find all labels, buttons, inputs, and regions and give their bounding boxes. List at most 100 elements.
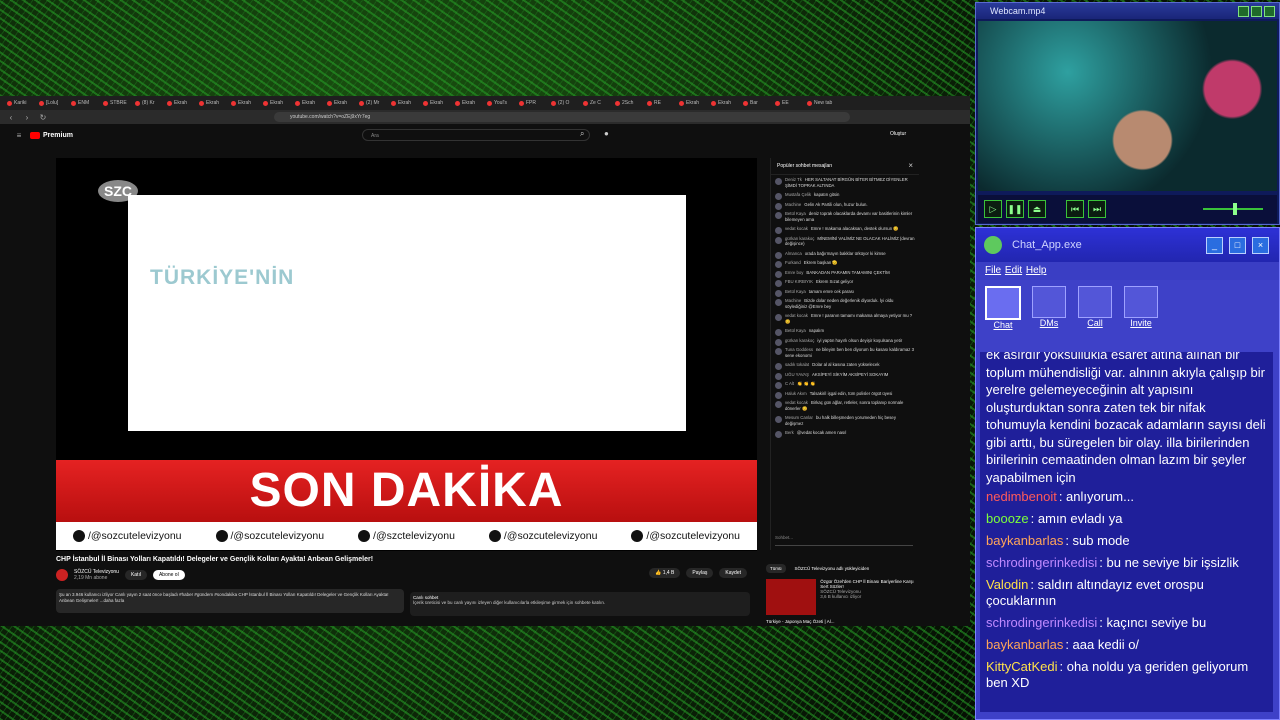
prev-icon[interactable]: ⏮ [1066, 200, 1084, 218]
chat-author[interactable]: vedat kocak [785, 226, 808, 231]
back-icon[interactable]: ‹ [6, 113, 16, 122]
chat-author[interactable]: Deniz Tk [785, 177, 802, 182]
chat-author[interactable]: Emre boy [785, 270, 803, 275]
browser-tab[interactable]: [Lolu] [38, 99, 68, 108]
maximize-icon[interactable] [1251, 6, 1262, 17]
close-icon[interactable]: × [1252, 237, 1269, 254]
browser-tab[interactable]: Ekrah [230, 99, 260, 108]
related-video-item[interactable]: Özgür Özel'den CHP İl Binası Bariyerline… [766, 579, 916, 615]
browser-tab[interactable]: Ekrah [262, 99, 292, 108]
chat-tool-button[interactable]: Chat [984, 286, 1022, 334]
chat-author[interactable]: C Alt [785, 381, 794, 386]
browser-tab[interactable]: RE [646, 99, 676, 108]
browser-tab[interactable]: (2) Mr [358, 99, 388, 108]
chat-username[interactable]: KittyCatKedi [986, 659, 1058, 674]
chat-author[interactable]: gürkan karakoç [785, 338, 814, 343]
subscribe-button[interactable]: Abone ol [152, 570, 185, 580]
chat-author[interactable]: sadık tokalat [785, 362, 809, 367]
volume-slider[interactable] [1203, 203, 1263, 215]
browser-tab[interactable]: Ekrah [198, 99, 228, 108]
related-next-title[interactable]: Türkiye - Japonya Maç Özeti | Al... [766, 619, 916, 624]
chat-author[interactable]: UĞU YAVAŞ [785, 372, 809, 377]
dms-tool-button[interactable]: DMs [1030, 286, 1068, 334]
browser-tab[interactable]: Ekrah [326, 99, 356, 108]
menu-icon[interactable]: ≡ [14, 131, 24, 140]
chat-username[interactable]: nedimbenoit [986, 489, 1057, 504]
chat-author[interactable]: Mesum Canlar [785, 415, 813, 420]
browser-tab[interactable]: Kariki [6, 99, 36, 108]
minimize-icon[interactable]: _ [1206, 237, 1223, 254]
video-player[interactable]: SZC TÜRKİYE'NİN SON DAKİKA /@sozcutelevi… [56, 158, 757, 551]
menu-help[interactable]: Help [1026, 265, 1047, 276]
chat-panel-header[interactable]: Popüler sohbet mesajları × [771, 158, 919, 175]
browser-tab[interactable]: EE [774, 99, 804, 108]
chat-author[interactable]: Betül Kaya [785, 328, 806, 333]
volume-knob[interactable] [1233, 203, 1237, 215]
browser-tab[interactable]: Ekrah [422, 99, 452, 108]
chat-author[interactable]: Haluk Akım [785, 391, 807, 396]
browser-tab[interactable]: Ekrah [294, 99, 324, 108]
create-button[interactable]: Oluştur [890, 131, 906, 137]
chat-username[interactable]: baykanbarlas [986, 637, 1063, 652]
chat-author[interactable]: Berk [785, 430, 794, 435]
browser-tab[interactable]: Ekrah [454, 99, 484, 108]
invite-tool-button[interactable]: Invite [1122, 286, 1160, 334]
chat-author[interactable]: gürkan karakoç [785, 236, 814, 241]
chat-username[interactable]: Valodin [986, 577, 1028, 592]
chat-username[interactable]: baykanbarlas [986, 533, 1063, 548]
reload-icon[interactable]: ↻ [38, 113, 48, 122]
browser-tab[interactable]: Youl's [486, 99, 516, 108]
menu-edit[interactable]: Edit [1005, 265, 1022, 276]
share-button[interactable]: Paylaş [686, 568, 714, 578]
browser-tab[interactable]: Ekrah [166, 99, 196, 108]
browser-tab[interactable]: (8) Kr [134, 99, 164, 108]
microphone-icon[interactable]: ● [604, 129, 609, 138]
chat-username[interactable]: boooze [986, 511, 1029, 526]
play-icon[interactable]: ▷ [984, 200, 1002, 218]
browser-tab[interactable]: STBRE [102, 99, 132, 108]
chat-log[interactable]: ek asırdır yoksullukla esaret altına alı… [980, 352, 1273, 712]
close-icon[interactable]: × [908, 158, 913, 174]
chat-author[interactable]: vedat kocak [785, 400, 808, 405]
search-input[interactable]: Ara [362, 129, 590, 141]
chat-author[interactable]: Furkand [785, 260, 801, 265]
chat-username[interactable]: schrodingerinkedisi [986, 615, 1097, 630]
chat-author[interactable]: Machine [785, 202, 801, 207]
chat-author[interactable]: Almanca [785, 251, 802, 256]
search-icon[interactable]: ⌕ [580, 129, 584, 139]
join-button[interactable]: Katıl [124, 570, 147, 580]
chat-author[interactable]: vedat kocak [785, 313, 808, 318]
channel-avatar[interactable] [56, 569, 68, 581]
browser-tab[interactable]: Ekrah [678, 99, 708, 108]
eject-icon[interactable]: ⏏ [1028, 200, 1046, 218]
chat-input[interactable]: Sohbet... [775, 535, 913, 546]
browser-tab[interactable]: 2Sch [614, 99, 644, 108]
chat-author[interactable]: FBU KIRBIYIK [785, 279, 813, 284]
browser-tab[interactable]: Bar [742, 99, 772, 108]
chat-author[interactable]: Betül Kaya [785, 211, 806, 216]
chat-author[interactable]: Machine [785, 298, 801, 303]
browser-tab[interactable]: Ekrah [710, 99, 740, 108]
browser-tab[interactable]: ENM [70, 99, 100, 108]
call-tool-button[interactable]: Call [1076, 286, 1114, 334]
minimize-icon[interactable] [1238, 6, 1249, 17]
browser-tab[interactable]: Ekrah [390, 99, 420, 108]
next-icon[interactable]: ⏭ [1088, 200, 1106, 218]
like-button[interactable]: 👍 1,4 B [649, 568, 681, 578]
chat-username[interactable]: schrodingerinkedisi [986, 555, 1097, 570]
browser-tab[interactable]: Ze C [582, 99, 612, 108]
browser-tab[interactable]: FPR [518, 99, 548, 108]
menu-file[interactable]: File [985, 265, 1001, 276]
chat-author[interactable]: Tuna Goddess [785, 347, 813, 352]
close-icon[interactable] [1264, 6, 1275, 17]
maximize-icon[interactable]: □ [1229, 237, 1246, 254]
forward-icon[interactable]: › [22, 113, 32, 122]
url-bar[interactable]: youtube.com/watch?v=oZEj9xYr7eg [274, 112, 850, 122]
browser-tab[interactable]: New tab [806, 99, 836, 108]
description-box[interactable]: Şu an 3.946 kullanıcı izliyor Canlı yayı… [56, 589, 404, 613]
pause-icon[interactable]: ❚❚ [1006, 200, 1024, 218]
chat-author[interactable]: Mustafa Çelik [785, 192, 811, 197]
youtube-logo[interactable]: Premium [30, 131, 73, 139]
save-button[interactable]: Kaydet [719, 568, 747, 578]
browser-tab[interactable]: (2) O [550, 99, 580, 108]
